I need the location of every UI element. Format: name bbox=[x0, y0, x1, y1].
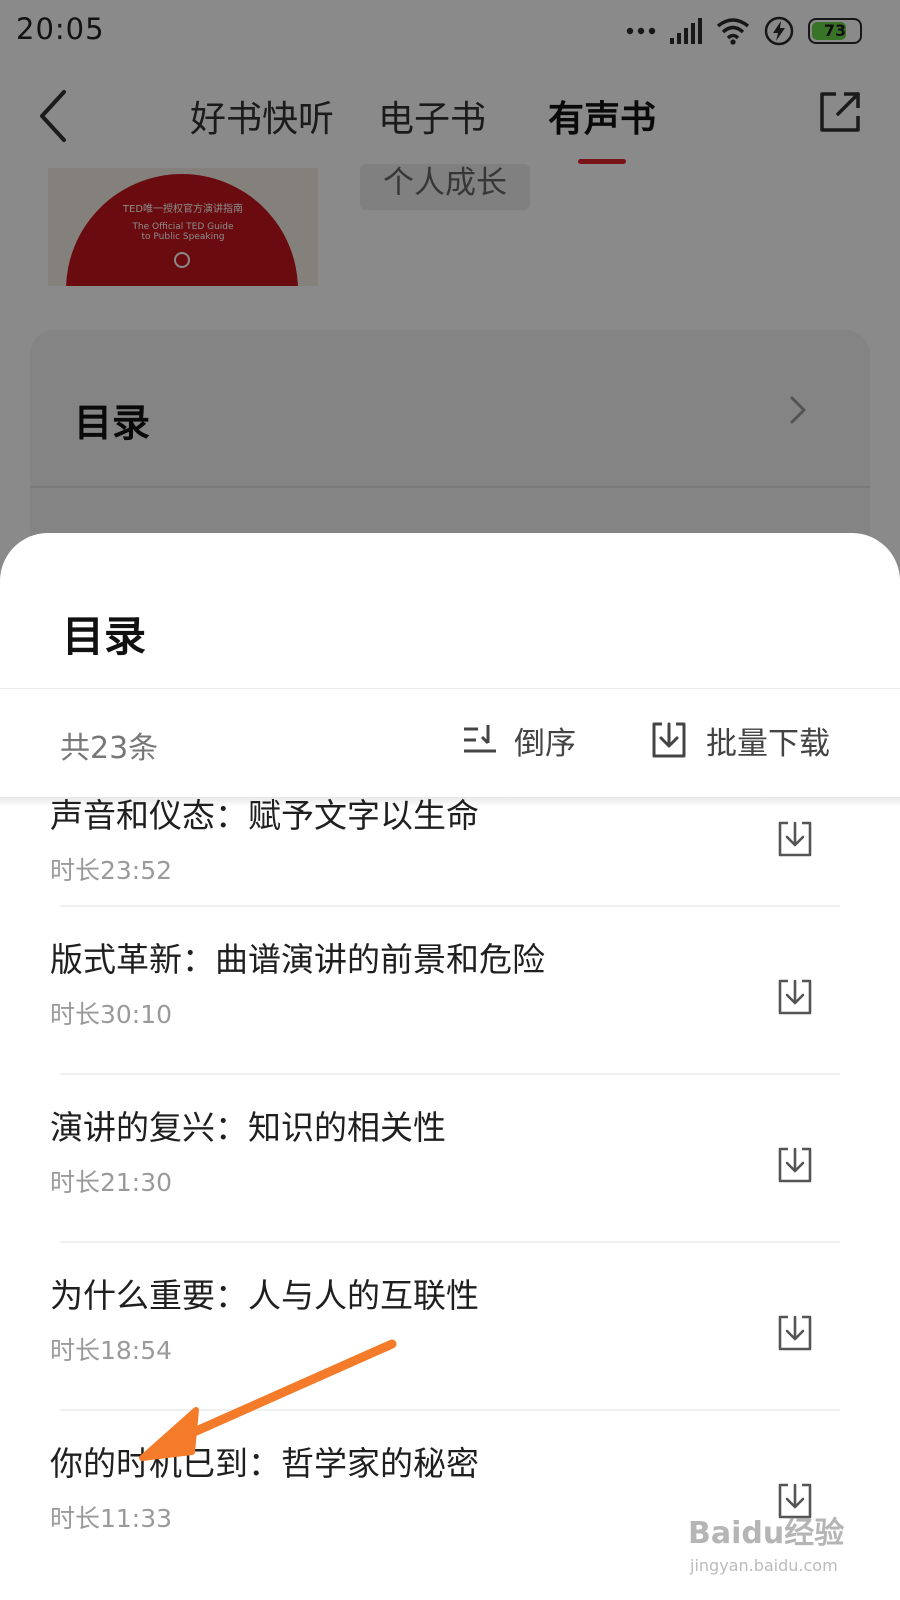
chapter-row[interactable]: 你的时机已到：哲学家的秘密 时长11:33 bbox=[0, 1411, 900, 1579]
chapter-title: 声音和仪态：赋予文字以生命 bbox=[50, 796, 479, 835]
download-icon[interactable] bbox=[776, 1313, 814, 1353]
download-icon[interactable] bbox=[776, 819, 814, 859]
chapter-title: 你的时机已到：哲学家的秘密 bbox=[50, 1444, 479, 1483]
chapter-row[interactable]: 版式革新：曲谱演讲的前景和危险 时长30:10 bbox=[0, 907, 900, 1075]
reverse-order-label: 倒序 bbox=[514, 725, 576, 762]
chapter-row[interactable]: 声音和仪态：赋予文字以生命 时长23:52 bbox=[0, 796, 900, 907]
chapter-duration: 时长30:10 bbox=[50, 1000, 173, 1029]
reverse-order-button[interactable]: 倒序 bbox=[462, 715, 576, 765]
item-count: 共23条 bbox=[60, 731, 159, 766]
chapter-title: 版式革新：曲谱演讲的前景和危险 bbox=[50, 940, 545, 979]
chapter-list: 声音和仪态：赋予文字以生命 时长23:52 版式革新：曲谱演讲的前景和危险 时长… bbox=[0, 796, 900, 1579]
batch-download-button[interactable]: 批量下载 bbox=[650, 715, 830, 765]
catalog-toolbar: 共23条 倒序 批量下载 bbox=[0, 689, 900, 797]
sheet-title: 目录 bbox=[62, 612, 147, 661]
watermark-url: jingyan.baidu.com bbox=[690, 1556, 838, 1575]
chapter-duration: 时长23:52 bbox=[50, 856, 173, 885]
chapter-duration: 时长18:54 bbox=[50, 1336, 173, 1365]
download-icon[interactable] bbox=[776, 1145, 814, 1185]
batch-download-label: 批量下载 bbox=[706, 725, 830, 762]
chapter-duration: 时长21:30 bbox=[50, 1168, 173, 1197]
catalog-bottom-sheet: 目录 共23条 倒序 批量下载 声音和仪态：赋予文字以生命 时长23:52 版式… bbox=[0, 533, 900, 1600]
download-icon bbox=[652, 722, 686, 758]
chapter-row[interactable]: 演讲的复兴：知识的相关性 时长21:30 bbox=[0, 1075, 900, 1243]
chapter-title: 演讲的复兴：知识的相关性 bbox=[50, 1108, 446, 1147]
download-icon[interactable] bbox=[776, 977, 814, 1017]
sort-icon bbox=[464, 725, 496, 753]
watermark-logo: Baidu经验 bbox=[688, 1516, 845, 1551]
chapter-duration: 时长11:33 bbox=[50, 1504, 173, 1533]
chapter-row[interactable]: 为什么重要：人与人的互联性 时长18:54 bbox=[0, 1243, 900, 1411]
chapter-title: 为什么重要：人与人的互联性 bbox=[50, 1276, 479, 1315]
